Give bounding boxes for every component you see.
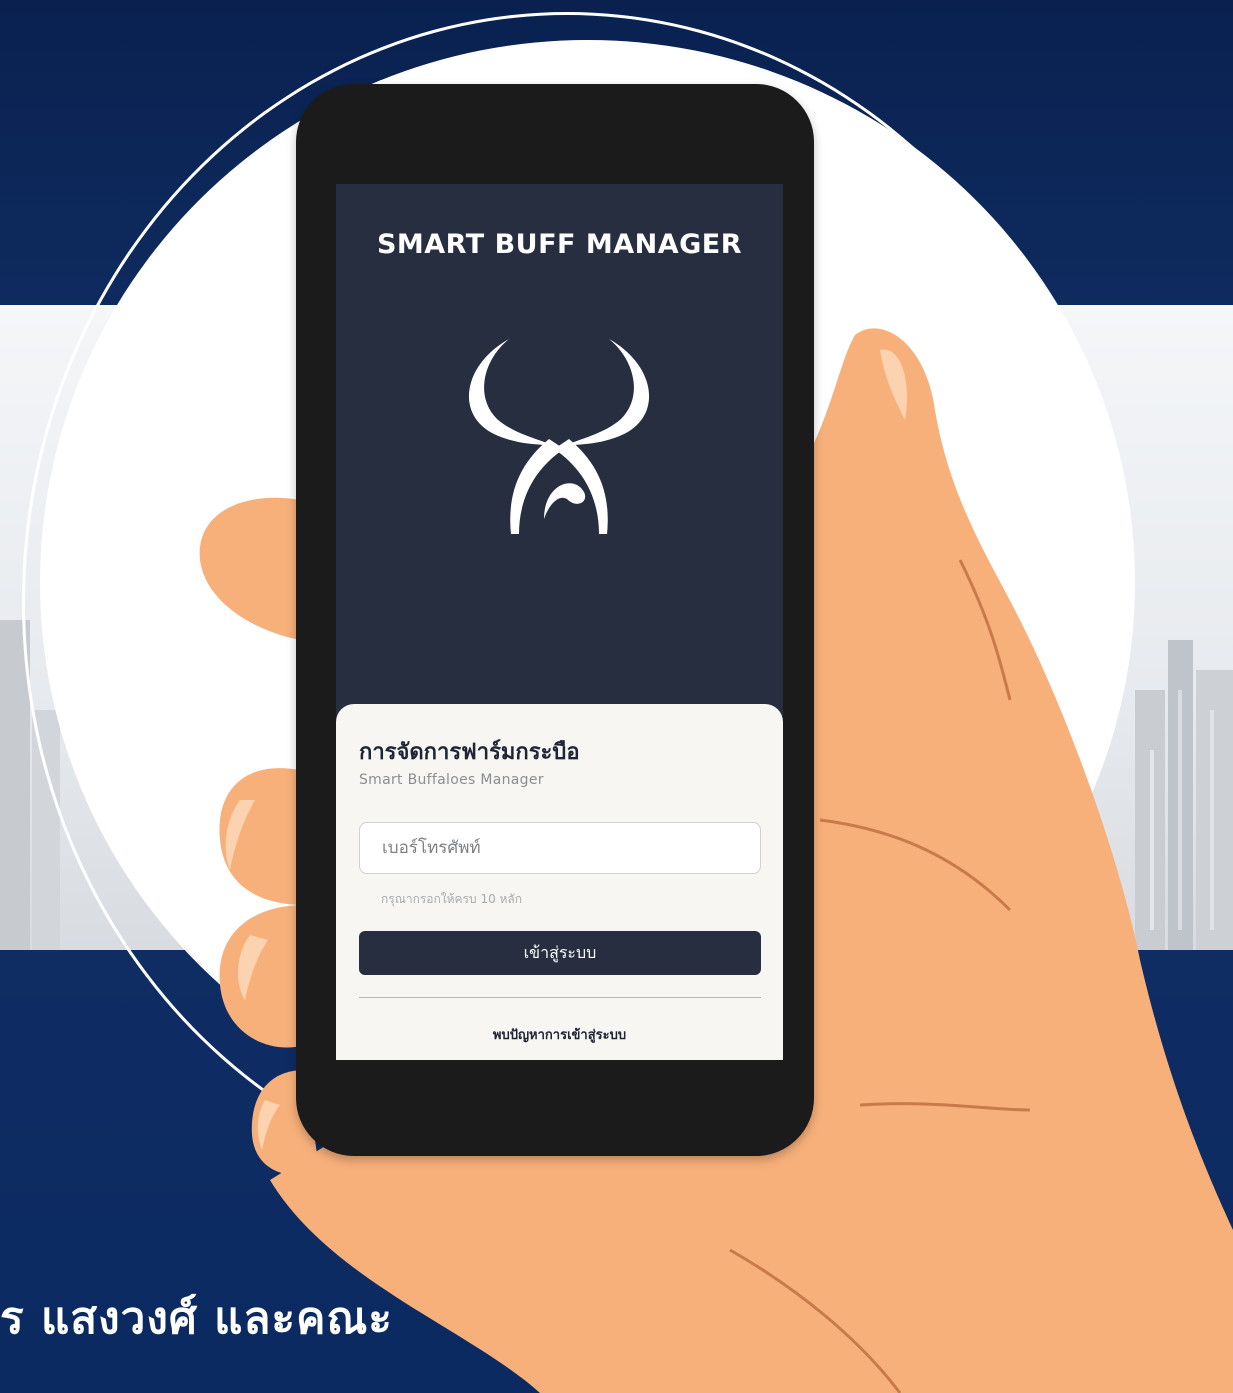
buffalo-horns-logo-icon	[468, 339, 650, 534]
divider	[359, 997, 761, 998]
phone-hint-text: กรุณากรอกให้ครบ 10 หลัก	[381, 892, 523, 906]
login-button[interactable]: เข้าสู่ระบบ	[359, 931, 761, 975]
card-subtitle: Smart Buffaloes Manager	[359, 772, 544, 788]
phone-device: SMART BUFF MANAGER การจัดการฟาร์มกระบือ …	[296, 84, 814, 1156]
phone-screen: SMART BUFF MANAGER การจัดการฟาร์มกระบือ …	[336, 184, 783, 1060]
login-help-link[interactable]: พบปัญหาการเข้าสู่ระบบ	[336, 1024, 783, 1045]
login-card: การจัดการฟาร์มกระบือ Smart Buffaloes Man…	[336, 704, 783, 1060]
phone-number-input[interactable]: เบอร์โทรศัพท์	[359, 822, 761, 874]
app-title: SMART BUFF MANAGER	[376, 229, 743, 260]
card-title: การจัดการฟาร์มกระบือ	[359, 740, 580, 765]
